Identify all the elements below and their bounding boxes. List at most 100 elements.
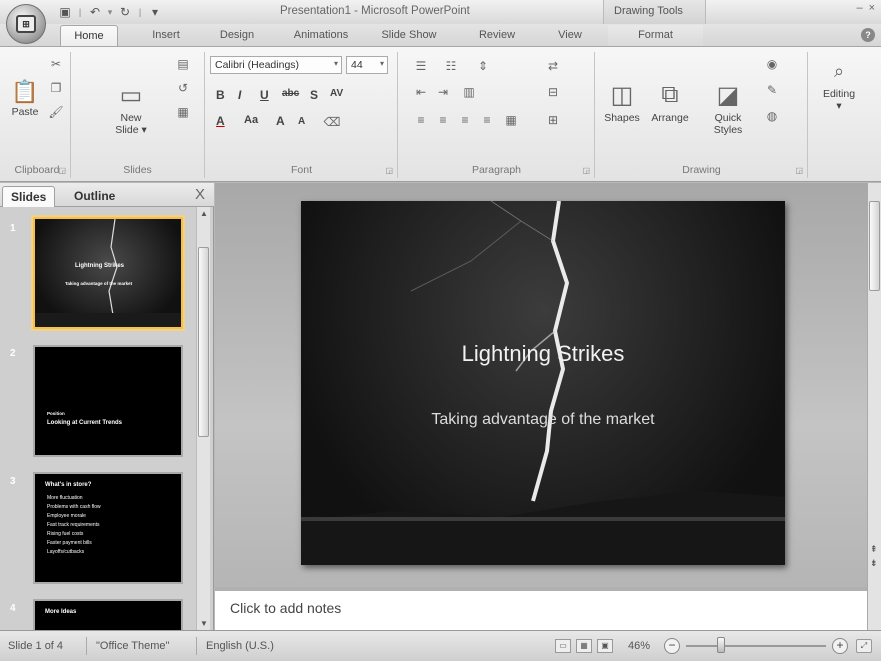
tab-home[interactable]: Home xyxy=(60,25,118,47)
text-direction-icon[interactable]: ⇄ xyxy=(545,58,561,74)
tab-slide-show[interactable]: Slide Show xyxy=(370,25,448,46)
clear-formatting-icon[interactable]: ⌫ xyxy=(324,114,341,130)
columns-icon[interactable]: ▥ xyxy=(461,84,477,100)
slide-thumbnail-1[interactable]: Lightning Strikes Taking advantage of th… xyxy=(33,217,183,329)
previous-slide-icon[interactable]: ⇞ xyxy=(870,544,878,555)
pane-scroll-thumb[interactable] xyxy=(198,247,209,437)
save-icon[interactable]: ▣ xyxy=(56,4,74,20)
drawing-tools-label: Drawing Tools xyxy=(603,0,706,24)
bold-button[interactable]: B xyxy=(216,88,225,102)
italic-button[interactable]: I xyxy=(238,88,241,102)
normal-view-icon[interactable]: ▭ xyxy=(555,639,571,653)
slide-title[interactable]: Lightning Strikes xyxy=(301,341,785,367)
tab-slides[interactable]: Slides xyxy=(2,186,56,207)
editing-button[interactable]: ⌕ Editing ▾ xyxy=(815,54,863,113)
shape-outline-icon[interactable]: ✎ xyxy=(764,82,780,98)
arrange-button[interactable]: ⧉ Arrange xyxy=(646,78,694,124)
copy-icon[interactable]: ❐ xyxy=(48,80,64,96)
current-slide[interactable]: Lightning Strikes Taking advantage of th… xyxy=(301,201,785,565)
zoom-slider-knob[interactable] xyxy=(717,637,725,653)
strikethrough-button[interactable]: abc xyxy=(282,88,299,99)
fit-to-window-icon[interactable]: ⤢ xyxy=(856,639,872,653)
slide-sorter-icon[interactable]: ▦ xyxy=(576,639,592,653)
zoom-level[interactable]: 46% xyxy=(628,640,650,652)
shrink-font-button[interactable]: A xyxy=(298,116,305,127)
tab-animations[interactable]: Animations xyxy=(280,25,362,46)
minimize-icon[interactable]: – xyxy=(856,2,862,14)
reset-icon[interactable]: ↺ xyxy=(175,80,191,96)
shapes-button[interactable]: ◫ Shapes xyxy=(602,78,642,125)
font-color-button[interactable]: A xyxy=(216,114,225,128)
grow-font-button[interactable]: A xyxy=(276,114,285,128)
tab-outline[interactable]: Outline xyxy=(66,186,123,207)
font-name-combo[interactable]: Calibri (Headings) ▾ xyxy=(210,56,342,74)
bullets-icon[interactable]: ☰ xyxy=(413,58,429,74)
numbering-icon[interactable]: ☷ xyxy=(443,58,459,74)
slide-thumbnail-2[interactable]: Position Looking at Current Trends xyxy=(33,345,183,457)
slide-show-icon[interactable]: ▣ xyxy=(597,639,613,653)
decrease-indent-icon[interactable]: ⇤ xyxy=(413,84,429,100)
notes-pane[interactable]: Click to add notes xyxy=(215,587,867,630)
align-left-icon[interactable]: ≡ xyxy=(413,112,429,128)
zoom-out-icon[interactable]: − xyxy=(664,638,680,654)
line-spacing-icon[interactable]: ⇕ xyxy=(475,58,491,74)
next-slide-icon[interactable]: ⇟ xyxy=(870,558,878,569)
scroll-up-icon[interactable]: ▲ xyxy=(200,209,208,218)
office-button[interactable]: ⊞ xyxy=(6,4,46,44)
char-spacing-button[interactable]: AV xyxy=(330,88,343,99)
undo-icon[interactable]: ↶ xyxy=(86,4,104,20)
quick-access-toolbar: ▣ | ↶ ▾ ↻ | ▾ xyxy=(56,3,164,21)
paste-button[interactable]: 📋 Paste xyxy=(10,78,40,118)
window-controls: – × xyxy=(856,2,875,14)
layout-icon[interactable]: ▤ xyxy=(175,56,191,72)
underline-button[interactable]: U xyxy=(260,88,269,102)
pane-scrollbar[interactable]: ▲ ▼ xyxy=(196,207,210,630)
redo-icon[interactable]: ↻ xyxy=(116,4,134,20)
shape-fill-icon[interactable]: ◉ xyxy=(764,56,780,72)
increase-indent-icon[interactable]: ⇥ xyxy=(435,84,451,100)
tab-insert[interactable]: Insert xyxy=(141,25,191,46)
align-right-icon[interactable]: ≡ xyxy=(457,112,473,128)
slide-scroll-thumb[interactable] xyxy=(869,201,880,291)
font-launcher-icon[interactable]: ◲ xyxy=(385,166,393,175)
zoom-in-icon[interactable]: + xyxy=(832,638,848,654)
slide-subtitle[interactable]: Taking advantage of the market xyxy=(301,411,785,429)
smartart-icon[interactable]: ⊞ xyxy=(545,112,561,128)
tab-review[interactable]: Review xyxy=(468,25,526,46)
customize-qat-icon[interactable]: ▾ xyxy=(146,4,164,20)
delete-slide-icon[interactable]: ▦ xyxy=(175,104,191,120)
tab-view[interactable]: View xyxy=(546,25,594,46)
close-window-icon[interactable]: × xyxy=(869,2,875,14)
notes-scrollbar[interactable] xyxy=(867,587,881,630)
distributed-icon[interactable]: ▦ xyxy=(503,112,519,128)
close-pane-icon[interactable]: X xyxy=(195,186,205,203)
language[interactable]: English (U.S.) xyxy=(206,640,274,652)
binoculars-icon: ⌕ xyxy=(833,60,845,81)
change-case-button[interactable]: Aa xyxy=(244,114,258,126)
office-logo-icon: ⊞ xyxy=(16,15,36,33)
drawing-launcher-icon[interactable]: ◲ xyxy=(795,166,803,175)
paragraph-launcher-icon[interactable]: ◲ xyxy=(582,166,590,175)
tab-format[interactable]: Format xyxy=(608,25,703,46)
center-icon[interactable]: ≡ xyxy=(435,112,451,128)
justify-icon[interactable]: ≡ xyxy=(479,112,495,128)
slide-position: Slide 1 of 4 xyxy=(8,640,64,652)
scroll-down-icon[interactable]: ▼ xyxy=(200,619,208,628)
cut-icon[interactable]: ✂ xyxy=(48,56,64,72)
slide-scrollbar[interactable]: ⇞ ⇟ xyxy=(867,183,881,587)
new-slide-button[interactable]: ▭ New Slide ▾ xyxy=(111,78,151,137)
slides-group: ▭ New Slide ▾ ▤ ↺ ▦ Slides xyxy=(71,52,205,178)
font-size-combo[interactable]: 44 ▾ xyxy=(346,56,388,74)
format-painter-icon[interactable]: 🖌 xyxy=(48,104,64,120)
shape-effects-icon[interactable]: ◍ xyxy=(764,108,780,124)
zoom-slider[interactable] xyxy=(686,645,826,647)
align-text-icon[interactable]: ⊟ xyxy=(545,84,561,100)
tab-design[interactable]: Design xyxy=(208,25,266,46)
shadow-button[interactable]: S xyxy=(310,88,318,102)
slide-thumbnail-4[interactable]: More Ideas xyxy=(33,599,183,630)
new-slide-icon: ▭ xyxy=(119,81,143,109)
quick-styles-button[interactable]: ◪ Quick Styles xyxy=(706,78,750,137)
clipboard-launcher-icon[interactable]: ◲ xyxy=(58,166,66,175)
slide-thumbnail-3[interactable]: What's in store? More fluctuation Proble… xyxy=(33,472,183,584)
help-icon[interactable]: ? xyxy=(861,28,875,42)
